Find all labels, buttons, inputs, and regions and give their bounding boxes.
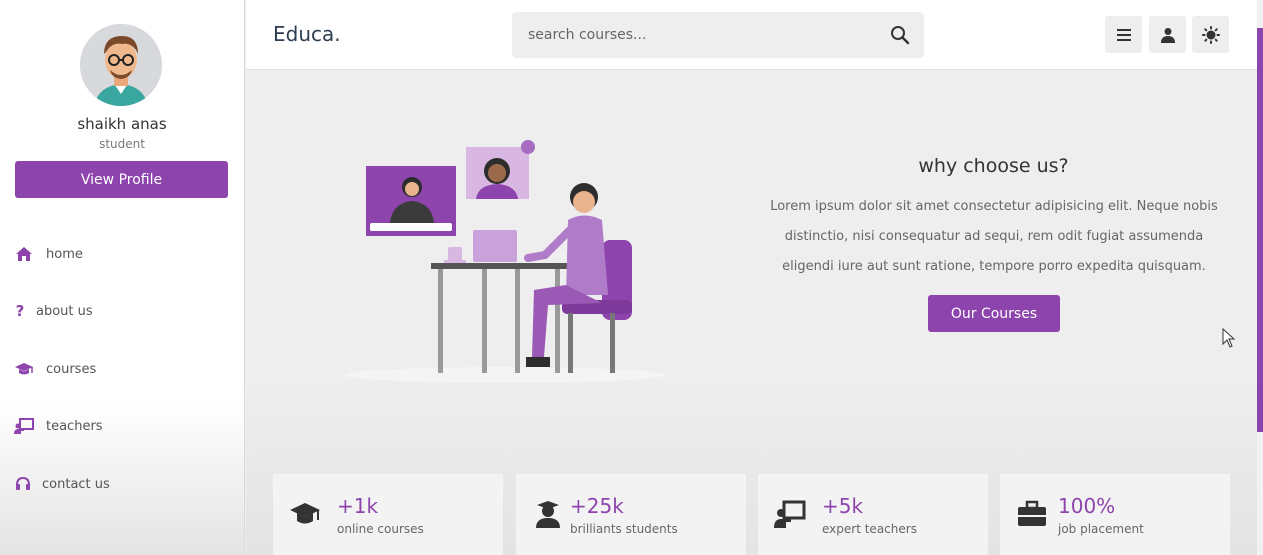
chalkboard-teacher-icon: [774, 500, 806, 528]
our-courses-button[interactable]: Our Courses: [928, 295, 1060, 332]
theme-toggle-button[interactable]: [1192, 16, 1229, 53]
sidebar-item-courses[interactable]: courses: [14, 356, 96, 382]
stat-label: job placement: [1058, 522, 1144, 536]
stat-card-students: +25k brilliants students: [516, 474, 746, 555]
stat-label: expert teachers: [822, 522, 917, 536]
profile-name: shaikh anas: [77, 115, 167, 133]
graduation-cap-icon: [14, 359, 34, 379]
stat-label: brilliants students: [570, 522, 678, 536]
stat-value: +25k: [570, 494, 624, 518]
user-icon: [1160, 27, 1175, 43]
home-icon: [14, 244, 34, 264]
headset-icon: [14, 474, 32, 494]
scrollbar-thumb[interactable]: [1257, 28, 1263, 432]
user-graduate-icon: [536, 501, 560, 528]
header: Educa.: [246, 0, 1263, 70]
sun-icon: [1201, 25, 1220, 44]
avatar: [80, 24, 162, 106]
user-button[interactable]: [1149, 16, 1186, 53]
briefcase-icon: [1018, 500, 1046, 526]
stat-value: +1k: [337, 494, 379, 518]
sidebar-item-contact-us[interactable]: contact us: [14, 471, 110, 497]
search-bar: [512, 12, 924, 58]
sidebar: shaikh anas student View Profile home ? …: [0, 0, 245, 555]
stat-value: 100%: [1058, 494, 1116, 518]
profile-role: student: [99, 137, 145, 151]
search-icon[interactable]: [890, 25, 910, 45]
sidebar-item-label: about us: [36, 303, 93, 319]
menu-icon: [1116, 28, 1131, 41]
view-profile-button[interactable]: View Profile: [15, 161, 228, 198]
sidebar-item-label: courses: [46, 361, 97, 377]
stat-card-teachers: +5k expert teachers: [758, 474, 988, 555]
why-choose-us-title: why choose us?: [918, 155, 1069, 177]
logo[interactable]: Educa.: [273, 22, 341, 46]
online-learning-illustration: [345, 140, 665, 383]
stat-card-job-placement: 100% job placement: [1000, 474, 1230, 555]
chalkboard-teacher-icon: [14, 416, 34, 436]
sidebar-item-about-us[interactable]: ? about us: [14, 298, 93, 324]
sidebar-item-label: home: [46, 246, 83, 262]
sidebar-item-home[interactable]: home: [14, 241, 83, 267]
mouse-cursor-icon: [1222, 328, 1236, 348]
stat-label: online courses: [337, 522, 424, 536]
stat-value: +5k: [822, 494, 864, 518]
stat-card-online-courses: +1k online courses: [273, 474, 503, 555]
menu-button[interactable]: [1105, 16, 1142, 53]
sidebar-item-teachers[interactable]: teachers: [14, 413, 103, 439]
search-input[interactable]: [528, 12, 878, 58]
sidebar-item-label: teachers: [46, 418, 103, 434]
avatar-illustration: [80, 24, 162, 106]
sidebar-item-label: contact us: [42, 476, 110, 492]
why-choose-us-text: Lorem ipsum dolor sit amet consectetur a…: [770, 199, 1218, 274]
graduation-cap-icon: [290, 503, 320, 524]
question-icon: ?: [15, 302, 25, 320]
